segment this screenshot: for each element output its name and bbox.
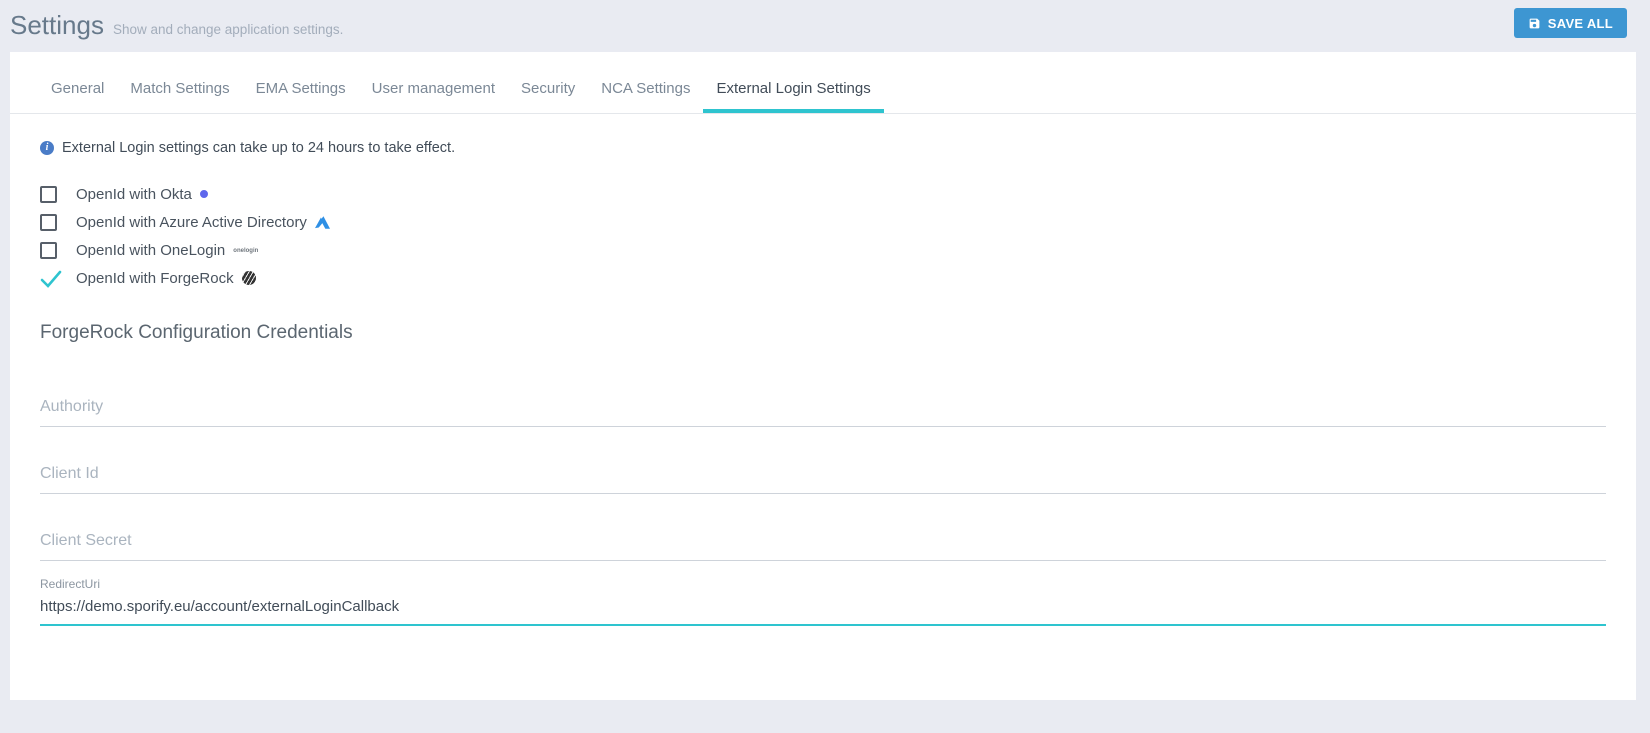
client-secret-field-wrap (40, 524, 1606, 561)
client-id-field-wrap (40, 457, 1606, 494)
tab-ema-settings[interactable]: EMA Settings (243, 68, 359, 113)
provider-label: OpenId with Okta (76, 185, 192, 203)
redirect-uri-label: RedirectUri (40, 577, 101, 591)
info-icon: i (40, 141, 54, 155)
client-id-input[interactable] (40, 457, 1606, 494)
tab-nca-settings[interactable]: NCA Settings (588, 68, 703, 113)
forgerock-icon (241, 271, 256, 285)
tab-security[interactable]: Security (508, 68, 588, 113)
floppy-disk-icon (1529, 18, 1540, 28)
okta-checkbox[interactable] (40, 185, 57, 203)
redirect-uri-input[interactable] (40, 591, 1606, 626)
save-all-button[interactable]: SAVE ALL (1513, 8, 1627, 38)
provider-row-forgerock[interactable]: OpenId with ForgeRock (40, 264, 1606, 292)
azure-icon (314, 215, 330, 229)
page-subtitle: Show and change application settings. (112, 22, 344, 37)
authority-field-wrap (40, 390, 1606, 427)
tab-general[interactable]: General (38, 68, 117, 113)
provider-row-okta[interactable]: OpenId with Okta (40, 180, 1606, 208)
okta-icon (199, 190, 208, 198)
provider-label: OpenId with ForgeRock (76, 269, 234, 287)
authority-input[interactable] (40, 390, 1606, 427)
redirect-uri-field-wrap: RedirectUri (40, 577, 1606, 626)
page-title: Settings (10, 10, 104, 40)
provider-label: OpenId with OneLogin (76, 241, 226, 259)
settings-card: General Match Settings EMA Settings User… (10, 52, 1636, 700)
provider-row-onelogin[interactable]: OpenId with OneLogin onelogin (40, 236, 1606, 264)
client-secret-input[interactable] (40, 524, 1606, 561)
save-all-label: SAVE ALL (1547, 15, 1613, 31)
notice-banner: i External Login settings can take up to… (40, 140, 1606, 156)
provider-label: OpenId with Azure Active Directory (76, 213, 307, 231)
onelogin-checkbox[interactable] (40, 241, 57, 259)
check-icon (40, 270, 62, 288)
provider-row-azure[interactable]: OpenId with Azure Active Directory (40, 208, 1606, 236)
tab-user-management[interactable]: User management (359, 68, 508, 113)
onelogin-icon: onelogin (233, 248, 259, 254)
azure-checkbox[interactable] (40, 213, 57, 231)
tab-bar: General Match Settings EMA Settings User… (10, 52, 1636, 114)
tab-match-settings[interactable]: Match Settings (117, 68, 242, 113)
title-wrap: Settings Show and change application set… (10, 8, 343, 41)
page-header: Settings Show and change application set… (0, 0, 1650, 52)
tab-content: i External Login settings can take up to… (10, 140, 1636, 626)
tab-external-login-settings[interactable]: External Login Settings (703, 68, 884, 113)
provider-list: OpenId with Okta OpenId with Azure Activ… (40, 180, 1606, 292)
section-title: ForgeRock Configuration Credentials (40, 322, 353, 343)
notice-text: External Login settings can take up to 2… (62, 140, 456, 156)
forgerock-checkbox[interactable] (40, 269, 62, 288)
